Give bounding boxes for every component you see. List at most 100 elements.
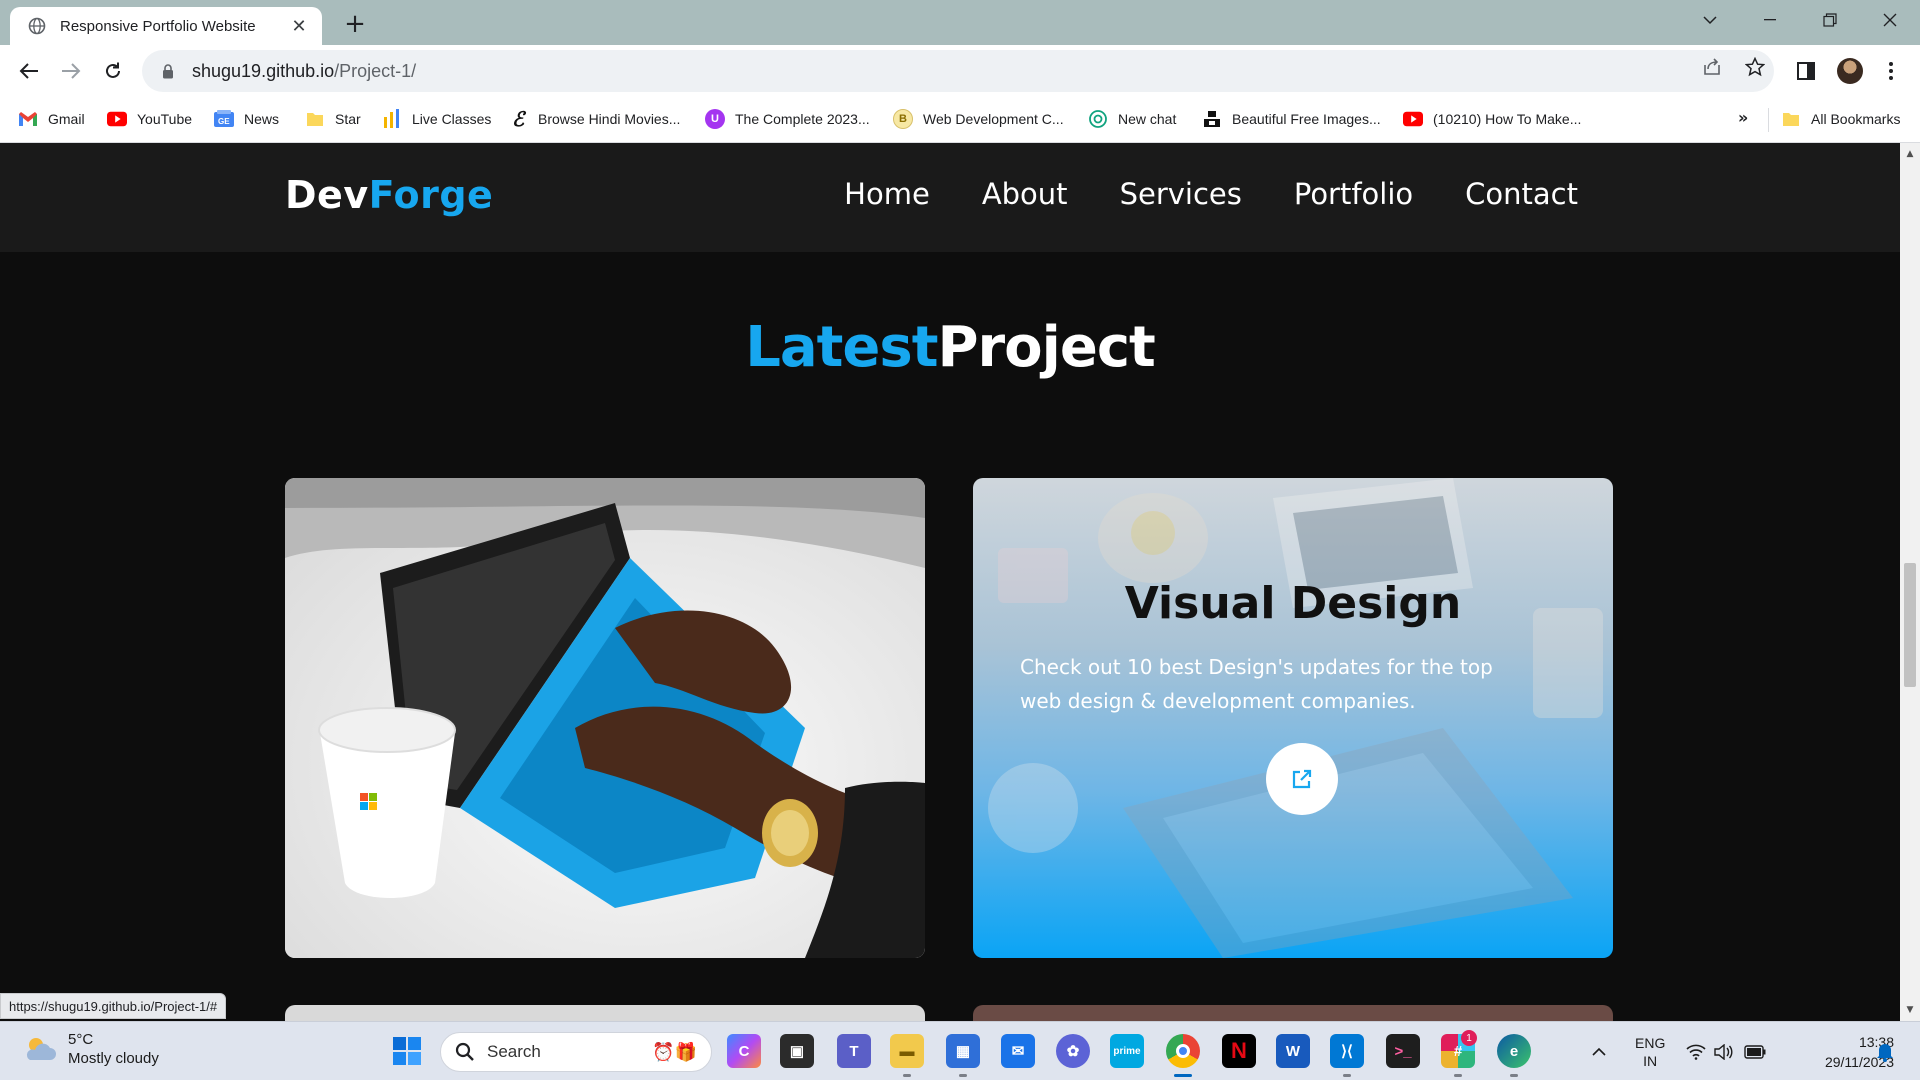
nav-home[interactable]: Home <box>844 177 930 211</box>
section-title: LatestProject <box>0 315 1900 380</box>
bookmark-complete-2023[interactable]: U The Complete 2023... <box>705 107 870 131</box>
script-e-icon: ℰ <box>511 107 525 131</box>
word-icon[interactable]: W <box>1276 1034 1310 1068</box>
page-scrollbar[interactable]: ▲ ▼ <box>1900 143 1920 1021</box>
settings-hub-icon[interactable]: ✿ <box>1056 1034 1090 1068</box>
folder-icon <box>1781 109 1801 129</box>
bookmark-web-development[interactable]: B Web Development C... <box>893 107 1064 131</box>
desk-photo <box>988 478 1603 958</box>
back-button[interactable] <box>14 56 44 86</box>
project-card-visual-design[interactable]: Visual Design Check out 10 best Design's… <box>973 478 1613 958</box>
running-indicator <box>1343 1074 1351 1077</box>
running-indicator <box>903 1074 911 1077</box>
running-indicator <box>1510 1074 1518 1077</box>
bookmark-label: The Complete 2023... <box>735 111 870 127</box>
browser-tab-active[interactable]: Responsive Portfolio Website ✕ <box>10 7 322 45</box>
running-indicator <box>959 1074 967 1077</box>
teams-icon[interactable]: T <box>837 1034 871 1068</box>
taskbar-search-box[interactable]: Search ⏰🎁 <box>440 1032 712 1072</box>
udemy-icon: U <box>705 109 725 129</box>
share-icon[interactable] <box>1700 55 1724 79</box>
terminal-icon[interactable]: >_ <box>1386 1034 1420 1068</box>
tab-search-chevron-icon[interactable] <box>1680 0 1740 40</box>
section-title-main: Project <box>937 315 1156 380</box>
prime-video-icon[interactable]: prime <box>1110 1034 1144 1068</box>
logo-main: Dev <box>285 173 369 217</box>
bookmark-free-images[interactable]: Beautiful Free Images... <box>1202 107 1381 131</box>
section-title-accent: Latest <box>745 315 938 380</box>
microsoft-store-icon[interactable]: ▦ <box>946 1034 980 1068</box>
gift-icon: ⏰🎁 <box>652 1042 697 1063</box>
bookmark-news[interactable]: GE News <box>214 107 279 131</box>
restore-icon[interactable] <box>1800 0 1860 40</box>
bookmark-how-to-make[interactable]: (10210) How To Make... <box>1403 107 1581 131</box>
file-explorer-icon[interactable]: ▬ <box>890 1034 924 1068</box>
edge-icon[interactable]: e <box>1497 1034 1531 1068</box>
windows-start-icon[interactable] <box>390 1034 424 1068</box>
close-window-icon[interactable] <box>1860 0 1920 40</box>
bookmark-star[interactable]: Star <box>305 107 361 131</box>
minimize-icon[interactable] <box>1740 0 1800 40</box>
profile-avatar[interactable] <box>1837 58 1863 84</box>
url-path: /Project-1/ <box>334 60 417 81</box>
notification-bell-icon[interactable] <box>1876 1022 1894 1080</box>
language-code: ENG <box>1635 1034 1666 1051</box>
nav-contact[interactable]: Contact <box>1465 177 1578 211</box>
bookmark-star-icon[interactable] <box>1743 55 1767 79</box>
bar-chart-icon <box>382 109 402 129</box>
show-hidden-icons-chevron[interactable] <box>1592 1022 1606 1080</box>
chrome-menu-icon[interactable] <box>1878 58 1904 84</box>
wifi-icon[interactable] <box>1686 1022 1706 1080</box>
bookmark-label: Gmail <box>48 111 85 127</box>
weather-widget[interactable]: 5°C Mostly cloudy <box>22 1030 159 1068</box>
vscode-icon[interactable]: ⟩⟨ <box>1330 1034 1364 1068</box>
bookmarks-overflow-chevron[interactable]: » <box>1738 108 1748 127</box>
bookmark-live-classes[interactable]: Live Classes <box>382 107 491 131</box>
windows-taskbar: 5°C Mostly cloudy Search ⏰🎁 C ▣ T ▬ ▦ ✉ … <box>0 1021 1920 1080</box>
bookmark-gmail[interactable]: Gmail <box>18 107 85 131</box>
news-icon: GE <box>214 109 234 129</box>
scroll-down-arrow-icon[interactable]: ▼ <box>1900 1001 1920 1019</box>
side-panel-icon[interactable] <box>1793 58 1819 84</box>
tab-close-icon[interactable]: ✕ <box>288 15 310 37</box>
url-host: shugu19.github.io <box>192 60 335 81</box>
gmail-icon <box>18 109 38 129</box>
bookmark-label: New chat <box>1118 111 1177 127</box>
nav-services[interactable]: Services <box>1120 177 1242 211</box>
lock-icon[interactable] <box>160 63 176 79</box>
bookmark-youtube[interactable]: YouTube <box>107 107 192 131</box>
bookmark-new-chat[interactable]: New chat <box>1088 107 1176 131</box>
logo-accent: Forge <box>368 173 494 217</box>
nav-about[interactable]: About <box>982 177 1068 211</box>
svg-text:GE: GE <box>218 117 230 126</box>
forward-button[interactable] <box>56 56 86 86</box>
url-text: shugu19.github.io/Project-1/ <box>192 61 416 82</box>
project-card-laptop-photo[interactable] <box>285 478 925 958</box>
browser-tab-bar: Responsive Portfolio Website ✕ + <box>0 0 1920 45</box>
input-language-indicator[interactable]: ENG IN <box>1635 1022 1665 1080</box>
address-bar[interactable]: shugu19.github.io/Project-1/ <box>142 50 1774 92</box>
unsplash-icon <box>1202 109 1222 129</box>
all-bookmarks-button[interactable]: All Bookmarks <box>1781 107 1900 131</box>
scroll-up-arrow-icon[interactable]: ▲ <box>1900 145 1920 163</box>
project-card-next-right[interactable] <box>973 1005 1613 1021</box>
search-icon <box>455 1042 474 1061</box>
project-card-next-left[interactable] <box>285 1005 925 1021</box>
netflix-icon[interactable]: N <box>1222 1034 1256 1068</box>
site-header: DevForge Home About Services Portfolio C… <box>0 143 1900 252</box>
chrome-icon[interactable] <box>1166 1034 1200 1068</box>
reload-button[interactable] <box>98 56 128 86</box>
scroll-thumb[interactable] <box>1904 563 1916 687</box>
card-title: Visual Design <box>1124 578 1462 629</box>
battery-charging-icon[interactable] <box>1744 1022 1766 1080</box>
nav-portfolio[interactable]: Portfolio <box>1294 177 1413 211</box>
bookmark-hindi-movies[interactable]: ℰ Browse Hindi Movies... <box>508 107 680 131</box>
running-indicator <box>1454 1074 1462 1077</box>
mail-icon[interactable]: ✉ <box>1001 1034 1035 1068</box>
copilot-icon[interactable]: C <box>727 1034 761 1068</box>
new-tab-button[interactable]: + <box>340 9 370 39</box>
site-logo[interactable]: DevForge <box>285 173 493 217</box>
task-view-icon[interactable]: ▣ <box>780 1034 814 1068</box>
volume-icon[interactable] <box>1714 1022 1734 1080</box>
open-project-button[interactable] <box>1266 743 1338 815</box>
